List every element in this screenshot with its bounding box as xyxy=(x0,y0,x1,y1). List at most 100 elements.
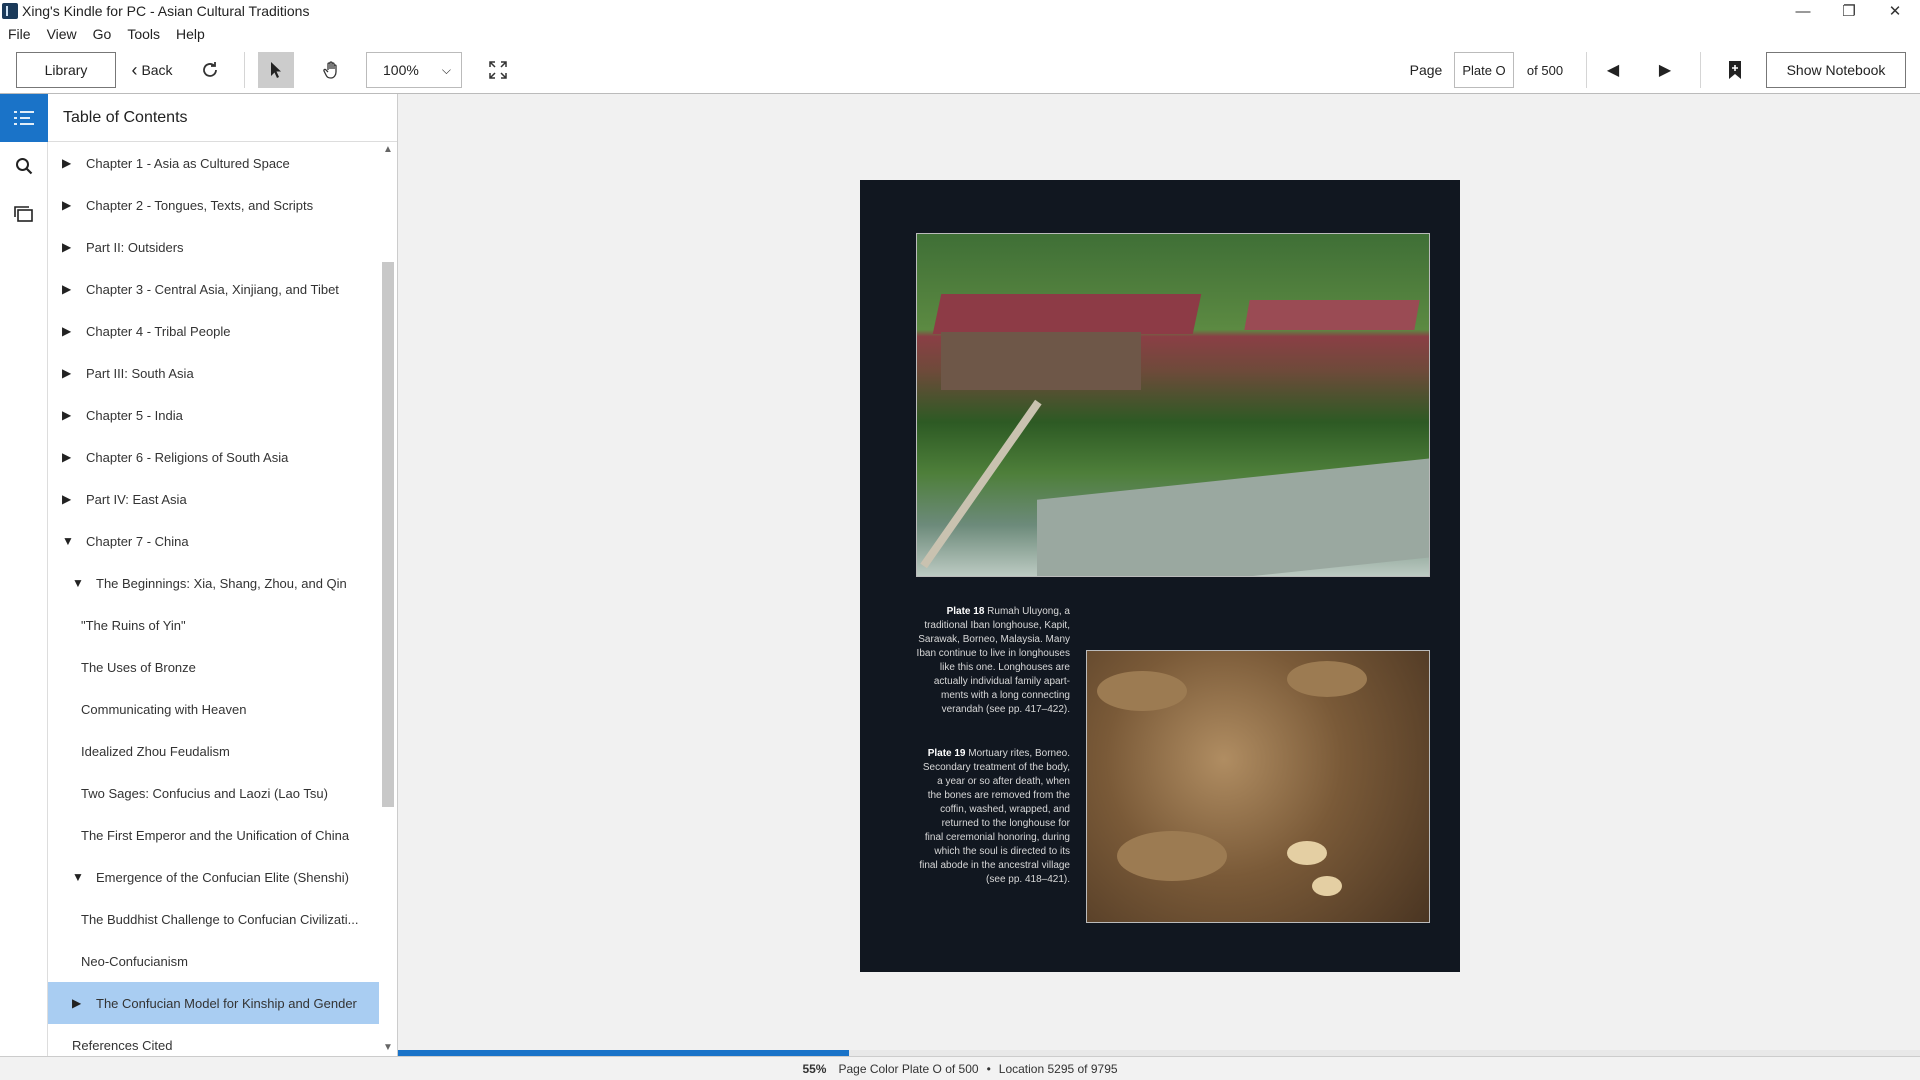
page-input[interactable]: Plate O xyxy=(1454,52,1514,88)
toc-item[interactable]: References Cited xyxy=(48,1024,380,1056)
minimize-button[interactable]: — xyxy=(1780,0,1826,22)
reading-area[interactable]: Plate 18 Rumah Uluyong, a traditional Ib… xyxy=(398,94,1920,1056)
toc-toggle-button[interactable] xyxy=(0,94,48,142)
library-button[interactable]: Library xyxy=(16,52,116,88)
toc-item[interactable]: ▼ The Beginnings: Xia, Shang, Zhou, and Q… xyxy=(48,562,380,604)
sidebar-rail xyxy=(0,94,48,1056)
toc-item[interactable]: The Buddhist Challenge to Confucian Civi… xyxy=(48,898,380,940)
expand-right-icon[interactable]: ▶ xyxy=(62,408,76,422)
expand-right-icon[interactable]: ▶ xyxy=(72,996,86,1010)
toc-item[interactable]: ▼ Chapter 7 - China xyxy=(48,520,380,562)
expand-right-icon[interactable]: ▶ xyxy=(62,240,76,254)
zoom-value: 100% xyxy=(383,62,419,78)
toc-item[interactable]: ▶ Chapter 2 - Tongues, Texts, and Scripts xyxy=(48,184,380,226)
expand-right-icon[interactable]: ▶ xyxy=(62,282,76,296)
toc-item-label: Part IV: East Asia xyxy=(86,491,187,507)
cards-icon xyxy=(14,206,33,222)
toc-scrollbar[interactable]: ▲ ▼ xyxy=(379,142,397,1056)
toc-item[interactable]: Idealized Zhou Feudalism xyxy=(48,730,380,772)
toc-item[interactable]: ▶ Chapter 6 - Religions of South Asia xyxy=(48,436,380,478)
expand-right-icon[interactable]: ▶ xyxy=(62,324,76,338)
expand-right-icon[interactable]: ▶ xyxy=(62,366,76,380)
toc-item[interactable]: ▶ Part IV: East Asia xyxy=(48,478,380,520)
toc-item[interactable]: ▶ Chapter 1 - Asia as Cultured Space xyxy=(48,142,380,184)
next-page-button[interactable]: ▶ xyxy=(1652,52,1678,88)
toc-item-label: "The Ruins of Yin" xyxy=(81,617,186,633)
kindle-app-icon xyxy=(2,3,18,19)
back-label: Back xyxy=(141,62,173,78)
scrollbar-thumb[interactable] xyxy=(382,262,394,807)
list-icon xyxy=(14,111,34,125)
expand-down-icon[interactable]: ▼ xyxy=(72,576,86,590)
hand-icon xyxy=(323,61,337,79)
toc-item-label: Part III: South Asia xyxy=(86,365,194,381)
select-tool-button[interactable] xyxy=(258,52,294,88)
scroll-down-icon[interactable]: ▼ xyxy=(383,1042,393,1053)
toc-item[interactable]: The Uses of Bronze xyxy=(48,646,380,688)
flashcards-button[interactable] xyxy=(0,190,48,238)
toc-item[interactable]: ▶ Chapter 5 - India xyxy=(48,394,380,436)
search-icon xyxy=(16,158,33,175)
book-page: Plate 18 Rumah Uluyong, a traditional Ib… xyxy=(860,180,1460,972)
location-status: Location 5295 of 9795 xyxy=(998,1061,1118,1076)
toc-item-label: The Confucian Model for Kinship and Gend… xyxy=(96,995,357,1011)
toc-item-label: Chapter 5 - India xyxy=(86,407,183,423)
add-bookmark-button[interactable] xyxy=(1722,52,1748,88)
expand-down-icon[interactable]: ▼ xyxy=(62,534,76,548)
close-button[interactable]: ✕ xyxy=(1872,0,1918,22)
toc-title: Table of Contents xyxy=(48,94,397,142)
toc-item-label: The Beginnings: Xia, Shang, Zhou, and Qi… xyxy=(96,575,347,591)
toolbar-divider xyxy=(1586,52,1587,88)
menu-view[interactable]: View xyxy=(47,26,77,42)
status-bar: 55% Page Color Plate O of 500 • Location… xyxy=(0,1056,1920,1080)
toc-item[interactable]: ▶ The Confucian Model for Kinship and Gen… xyxy=(48,982,380,1024)
toc-item[interactable]: The First Emperor and the Unification of… xyxy=(48,814,380,856)
expand-right-icon[interactable]: ▶ xyxy=(62,198,76,212)
show-notebook-button[interactable]: Show Notebook xyxy=(1766,52,1906,88)
toc-item[interactable]: Neo-Confucianism xyxy=(48,940,380,982)
previous-page-button[interactable]: ◀ xyxy=(1600,52,1626,88)
toc-item[interactable]: ▼ Emergence of the Confucian Elite (Shens… xyxy=(48,856,380,898)
page-color-status: Page Color Plate O of 500 xyxy=(838,1061,979,1076)
title-bar: Xing's Kindle for PC - Asian Cultural Tr… xyxy=(0,0,1920,22)
toc-item[interactable]: ▶ Chapter 4 - Tribal People xyxy=(48,310,380,352)
toc-item-label: Chapter 3 - Central Asia, Xinjiang, and … xyxy=(86,281,339,297)
progress-percent: 55% xyxy=(802,1061,827,1076)
toc-item[interactable]: ▶ Chapter 3 - Central Asia, Xinjiang, and… xyxy=(48,268,380,310)
toc-item[interactable]: "The Ruins of Yin" xyxy=(48,604,380,646)
expand-right-icon[interactable]: ▶ xyxy=(62,492,76,506)
toc-item-label: Idealized Zhou Feudalism xyxy=(81,743,230,759)
mortuary-rites-photo xyxy=(1086,650,1430,923)
page-total: of 500 xyxy=(1526,62,1564,78)
toc-item-label: The First Emperor and the Unification of… xyxy=(81,827,350,843)
toc-item-label: The Uses of Bronze xyxy=(81,659,196,675)
fullscreen-icon xyxy=(489,61,507,79)
toc-item[interactable]: Two Sages: Confucius and Laozi (Lao Tsu) xyxy=(48,772,380,814)
menu-go[interactable]: Go xyxy=(93,26,112,42)
scroll-up-icon[interactable]: ▲ xyxy=(383,144,393,155)
expand-right-icon[interactable]: ▶ xyxy=(62,450,76,464)
toc-item-label: Chapter 2 - Tongues, Texts, and Scripts xyxy=(86,197,314,213)
expand-down-icon[interactable]: ▼ xyxy=(72,870,86,884)
menu-tools[interactable]: Tools xyxy=(127,26,160,42)
toc-item[interactable]: ▶ Part II: Outsiders xyxy=(48,226,380,268)
toc-item-label: Part II: Outsiders xyxy=(86,239,184,255)
hand-tool-button[interactable] xyxy=(314,52,350,88)
toc-item[interactable]: Communicating with Heaven xyxy=(48,688,380,730)
fullscreen-button[interactable] xyxy=(484,52,512,88)
restore-button[interactable]: ❐ xyxy=(1826,0,1872,22)
cursor-arrow-icon xyxy=(271,62,281,78)
toc-item-label: Chapter 6 - Religions of South Asia xyxy=(86,449,289,465)
toc-item-label: Emergence of the Confucian Elite (Shensh… xyxy=(96,869,349,885)
toc-item[interactable]: ▶ Part III: South Asia xyxy=(48,352,380,394)
expand-right-icon[interactable]: ▶ xyxy=(62,156,76,170)
menu-file[interactable]: File xyxy=(8,26,31,42)
zoom-select[interactable]: 100% ⌵ xyxy=(366,52,462,88)
plate-18-title: Plate 18 xyxy=(946,606,985,617)
table-of-contents-panel: Table of Contents ▶ Chapter 1 - Asia as C… xyxy=(48,94,398,1056)
triangle-left-icon: ◀ xyxy=(1606,62,1620,79)
sync-button[interactable] xyxy=(196,52,224,88)
menu-help[interactable]: Help xyxy=(176,26,205,42)
search-button[interactable] xyxy=(0,142,48,190)
back-button[interactable]: ‹ Back xyxy=(128,52,176,88)
